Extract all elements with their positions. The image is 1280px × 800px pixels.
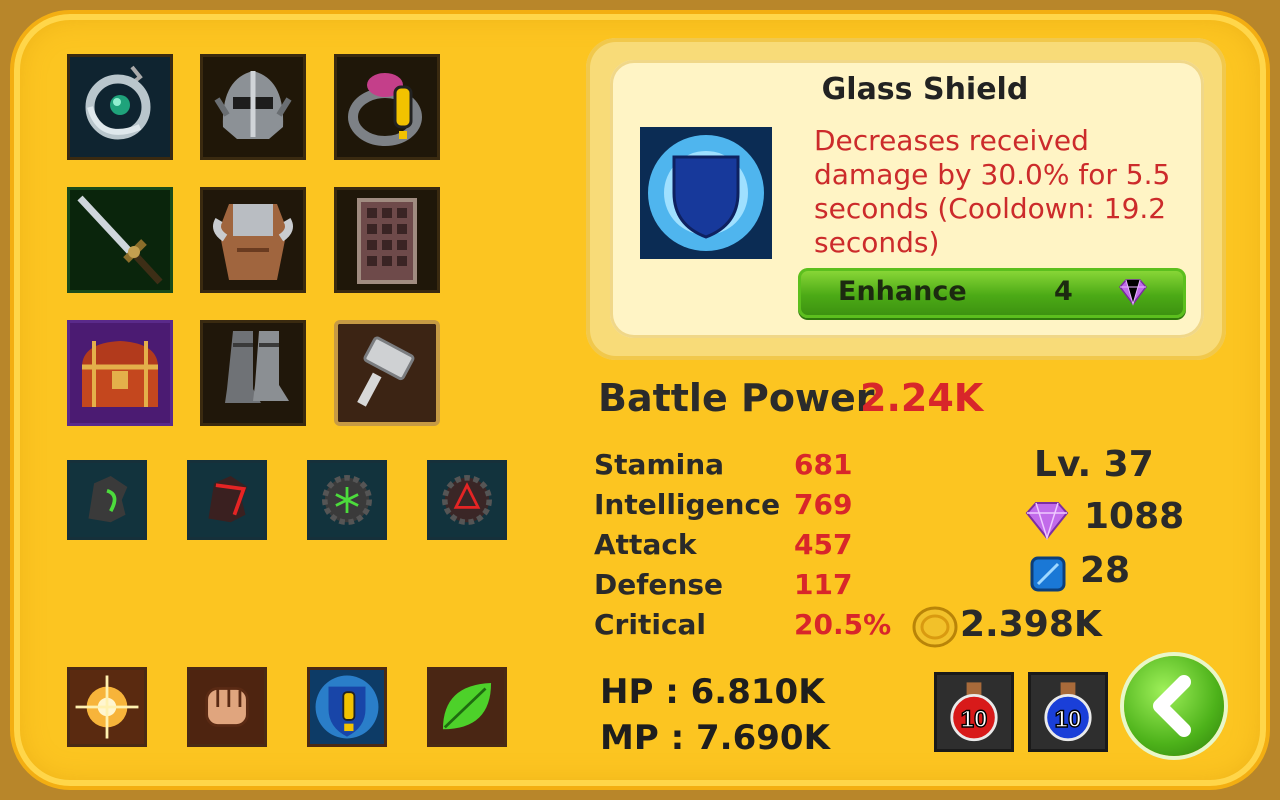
gold-coin-icon bbox=[912, 606, 958, 648]
stat-attack-value: 457 bbox=[794, 528, 853, 561]
sword-icon bbox=[70, 190, 170, 290]
scroll-icon bbox=[337, 190, 437, 290]
gem-icon bbox=[1025, 502, 1069, 540]
skill-title: Glass Shield bbox=[821, 72, 1029, 107]
amulet-slot[interactable] bbox=[67, 54, 173, 160]
chest-slot[interactable] bbox=[67, 320, 173, 426]
leaf-icon bbox=[430, 670, 504, 744]
rune-green-wing[interactable] bbox=[67, 460, 147, 540]
rune-red-wing[interactable] bbox=[187, 460, 267, 540]
battle-power-label: Battle Power bbox=[598, 376, 875, 420]
battle-power-value: 2.24K bbox=[860, 376, 984, 420]
gem-icon bbox=[1119, 279, 1147, 306]
stat-defense-label: Defense bbox=[594, 568, 723, 601]
crystal-icon bbox=[1030, 556, 1066, 592]
stat-critical-value: 20.5% bbox=[794, 608, 892, 641]
mp-readout: MP : 7.690K bbox=[600, 718, 830, 758]
blue-potion-button[interactable]: 10 bbox=[1028, 672, 1108, 752]
chevron-left-icon bbox=[1153, 675, 1191, 737]
stat-critical-label: Critical bbox=[594, 608, 707, 641]
hammer-slot[interactable] bbox=[334, 320, 440, 426]
scroll-slot[interactable] bbox=[334, 187, 440, 293]
rune-red-gear[interactable] bbox=[427, 460, 507, 540]
enhance-label: Enhance bbox=[838, 276, 967, 307]
green-wing-rune-icon bbox=[70, 463, 144, 537]
red-wing-rune-icon bbox=[190, 463, 264, 537]
stat-attack-label: Attack bbox=[594, 528, 697, 561]
red-gear-rune-icon bbox=[430, 463, 504, 537]
hammer-icon bbox=[338, 324, 436, 422]
helmet-icon bbox=[203, 57, 303, 157]
blue-potion-icon: 10 bbox=[1031, 675, 1105, 749]
shield-alert-icon bbox=[310, 670, 384, 744]
stat-stamina-value: 681 bbox=[794, 448, 853, 481]
skill-description: Decreases received damage by 30.0% for 5… bbox=[814, 124, 1171, 259]
helmet-slot[interactable] bbox=[200, 54, 306, 160]
skill-light-burst[interactable] bbox=[67, 667, 147, 747]
red-potion-button[interactable]: 10 bbox=[934, 672, 1014, 752]
boots-icon bbox=[203, 323, 303, 423]
skill-fist[interactable] bbox=[187, 667, 267, 747]
hp-readout: HP : 6.810K bbox=[600, 672, 825, 712]
chest-icon bbox=[70, 323, 170, 423]
stat-intelligence-label: Intelligence bbox=[594, 488, 781, 521]
glass-shield-skill-image bbox=[640, 127, 772, 259]
glass-shield-icon bbox=[640, 127, 772, 259]
sword-slot[interactable] bbox=[67, 187, 173, 293]
gold-count: 2.398K bbox=[960, 604, 1102, 645]
stat-stamina-label: Stamina bbox=[594, 448, 725, 481]
ring-icon bbox=[337, 57, 437, 157]
rune-green-gear[interactable] bbox=[307, 460, 387, 540]
stat-defense-value: 117 bbox=[794, 568, 853, 601]
green-gear-rune-icon bbox=[310, 463, 384, 537]
ring-slot[interactable] bbox=[334, 54, 440, 160]
enhance-cost: 4 bbox=[1054, 276, 1073, 307]
skill-leaf[interactable] bbox=[427, 667, 507, 747]
stat-intelligence-value: 769 bbox=[794, 488, 853, 521]
crystals-count: 28 bbox=[1080, 550, 1131, 591]
enhance-button[interactable]: Enhance 4 bbox=[798, 268, 1186, 318]
amulet-icon bbox=[70, 57, 170, 157]
red-potion-icon: 10 bbox=[937, 675, 1011, 749]
light-burst-icon bbox=[70, 670, 144, 744]
level-label: Lv. 37 bbox=[1034, 444, 1154, 485]
skill-shield-alert[interactable] bbox=[307, 667, 387, 747]
fist-icon bbox=[190, 670, 264, 744]
red-potion-count: 10 bbox=[961, 706, 988, 733]
blue-potion-count: 10 bbox=[1055, 706, 1082, 733]
armor-slot[interactable] bbox=[200, 187, 306, 293]
boots-slot[interactable] bbox=[200, 320, 306, 426]
armor-icon bbox=[203, 190, 303, 290]
back-button[interactable] bbox=[1124, 656, 1224, 756]
gems-count: 1088 bbox=[1084, 496, 1185, 537]
